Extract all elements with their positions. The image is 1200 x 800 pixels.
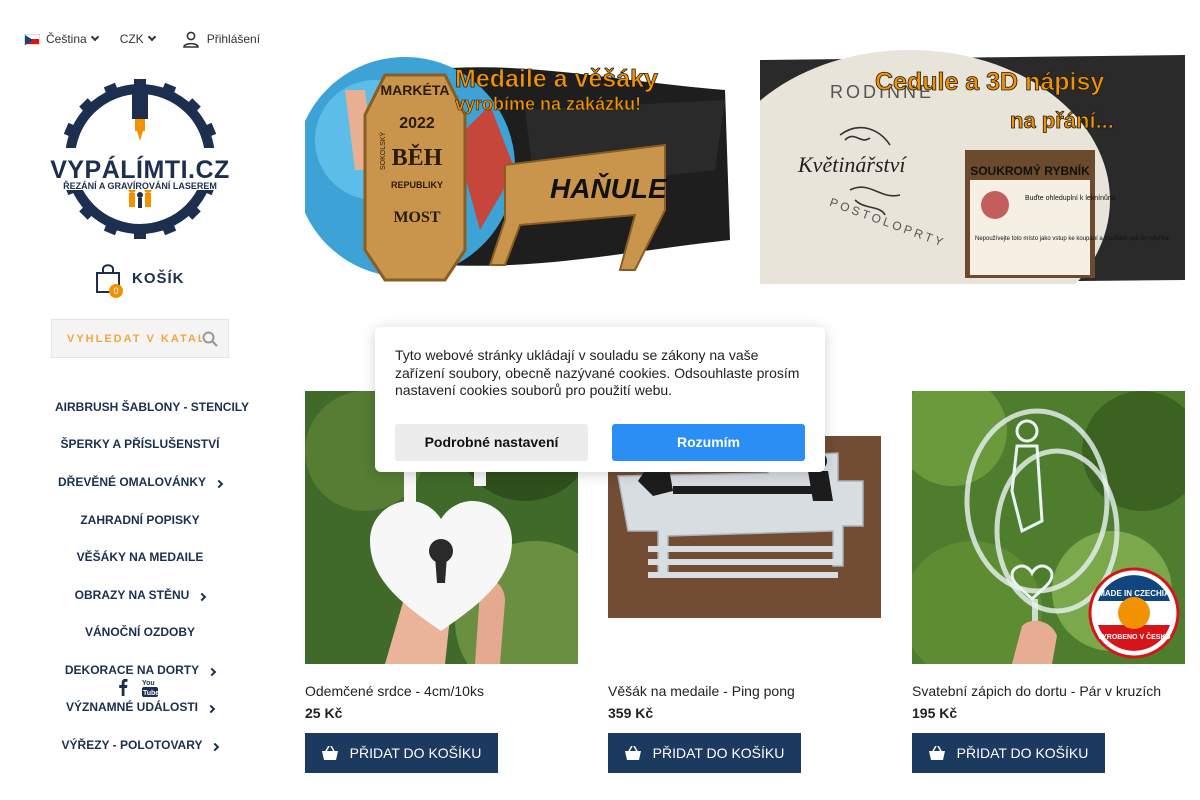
medal-text-run: BĚH	[392, 144, 443, 171]
nav-item-label: ZAHRADNÍ POPISKY	[80, 513, 200, 527]
nav-item-label: AIRBRUSH ŠABLONY - STENCILY	[54, 400, 250, 414]
banner-signs[interactable]: RODINNÉ Květinářství POSTOLOPRTY SOUKROM…	[760, 50, 1185, 284]
sign-text-florist: Květinářství	[797, 152, 907, 177]
nav-item-label: ŠPERKY A PŘÍSLUŠENSTVÍ	[60, 437, 220, 451]
product-name[interactable]: Odemčené srdce - 4cm/10ks	[305, 683, 484, 699]
chevron-down-icon	[90, 32, 99, 42]
search-box	[51, 319, 229, 358]
page: Čeština CZK Přihlášení VYPÁLÍMTI.CZ ŘEZÁ…	[0, 0, 1200, 800]
chevron-right-icon	[214, 479, 224, 489]
add-to-cart-button[interactable]: PŘIDAT DO KOŠÍKU	[305, 733, 498, 773]
chevron-right-icon	[207, 667, 217, 677]
add-to-cart-button[interactable]: PŘIDAT DO KOŠÍKU	[608, 733, 801, 773]
made-in-czechia-badge: MADE IN CZECHIA VYROBENO V ČESKU	[1088, 567, 1180, 659]
logo-tagline: ŘEZÁNÍ A GRAVÍROVÁNÍ LASEREM	[63, 181, 217, 191]
add-to-cart-label: PŘIDAT DO KOŠÍKU	[652, 745, 785, 761]
basket-icon	[928, 746, 945, 760]
basket-icon	[321, 746, 338, 760]
user-icon	[182, 31, 199, 48]
product-price: 359 Kč	[608, 705, 654, 721]
nav-item-label: VÝZNAMNÉ UDÁLOSTI	[66, 700, 198, 714]
medal-text-club: SOKOLSKÝ	[378, 132, 387, 170]
nav-item-dekorace[interactable]: DEKORACE NA DORTY	[40, 663, 240, 677]
product-name[interactable]: Svatební zápich do dortu - Pár v kruzích	[912, 683, 1161, 699]
banner-medals-headline2: vyrobíme na zakázku!	[455, 94, 641, 114]
cart-link[interactable]: 0 KOŠÍK	[94, 262, 185, 298]
social-links: You Tube	[118, 678, 158, 698]
banner-medals-art: MARKÉTA 2022 SOKOLSKÝ BĚH REPUBLIKY MOST…	[305, 50, 730, 284]
nav-item-vanocni-ozdoby[interactable]: VÁNOČNÍ OZDOBY	[40, 625, 240, 639]
nav-item-label: VĚŠÁKY NA MEDAILE	[76, 550, 204, 564]
cookie-buttons: Podrobné nastavení Rozumím	[395, 423, 805, 461]
cart-count-badge: 0	[109, 284, 123, 298]
cookie-settings-button[interactable]: Podrobné nastavení	[395, 423, 588, 461]
shopping-bag-icon: 0	[94, 262, 123, 298]
facebook-icon[interactable]	[118, 678, 128, 696]
product-price: 195 Kč	[912, 705, 958, 721]
product-card: MADE IN CZECHIA VYROBENO V ČESKU Svatebn…	[912, 391, 1185, 773]
banner-signs-art: RODINNÉ Květinářství POSTOLOPRTY SOUKROM…	[760, 50, 1185, 284]
medal-text-city: MOST	[393, 209, 440, 226]
board-title: SOUKROMÝ RYBNÍK	[970, 163, 1090, 178]
badge-text-bottom: VYROBENO V ČESKU	[1097, 632, 1170, 641]
search-input[interactable]	[52, 320, 202, 357]
chevron-down-icon	[147, 32, 156, 42]
nav-item-vyznamne-udalosti[interactable]: VÝZNAMNÉ UDÁLOSTI	[40, 700, 240, 714]
add-to-cart-label: PŘIDAT DO KOŠÍKU	[349, 745, 482, 761]
login-link[interactable]: Přihlášení	[181, 28, 260, 50]
nav-item-label: VÁNOČNÍ OZDOBY	[84, 625, 195, 639]
cookie-consent-dialog: Tyto webové stránky ukládají v souladu s…	[375, 327, 825, 472]
basket-icon	[624, 746, 641, 760]
currency-label: CZK	[119, 32, 144, 46]
product-image[interactable]: MADE IN CZECHIA VYROBENO V ČESKU	[912, 391, 1185, 664]
svg-text:You: You	[142, 680, 155, 687]
top-bar: Čeština CZK Přihlášení	[24, 28, 260, 50]
banner-signs-headline1: Cedule a 3D nápisy	[875, 68, 1104, 96]
language-label: Čeština	[46, 32, 87, 46]
currency-selector[interactable]: CZK	[119, 32, 156, 46]
product-price: 25 Kč	[305, 705, 343, 721]
badge-text-top: MADE IN CZECHIA	[1098, 589, 1170, 598]
language-selector[interactable]: Čeština	[24, 32, 99, 46]
site-logo[interactable]: VYPÁLÍMTI.CZ ŘEZÁNÍ A GRAVÍROVÁNÍ LASERE…	[40, 78, 240, 240]
medal-text-year: 2022	[399, 115, 435, 132]
cookie-accept-button[interactable]: Rozumím	[612, 423, 805, 461]
nav-item-omalovanky[interactable]: DŘEVĚNÉ OMALOVÁNKY	[40, 475, 240, 489]
banner-medals-headline1: Medaile a věšáky	[455, 65, 658, 93]
cart-label: KOŠÍK	[132, 269, 185, 287]
hanger-text: HAŇULE	[550, 173, 668, 204]
banner-signs-headline2: na přání...	[1010, 108, 1114, 133]
chevron-right-icon	[198, 592, 207, 602]
czech-flag-icon	[24, 33, 40, 45]
medal-text-republic: REPUBLIKY	[391, 180, 443, 190]
board-text-1: Buďte ohleduplní k leknínům!	[1025, 194, 1116, 202]
chevron-right-icon	[211, 742, 220, 752]
cookie-text: Tyto webové stránky ukládají v souladu s…	[395, 347, 800, 398]
youtube-icon[interactable]: You Tube	[142, 678, 158, 698]
nav-item-label: OBRAZY NA STĚNU	[74, 588, 190, 602]
board-text-2: Nepoužívejte toto místo jako vstup ke ko…	[975, 235, 1170, 242]
chevron-right-icon	[206, 704, 216, 714]
nav-item-obrazy[interactable]: OBRAZY NA STĚNU	[40, 588, 240, 602]
nav-item-airbrush[interactable]: AIRBRUSH ŠABLONY - STENCILY	[52, 400, 252, 414]
nav-item-label: DŘEVĚNÉ OMALOVÁNKY	[57, 475, 206, 489]
nav-item-label: DEKORACE NA DORTY	[64, 663, 200, 677]
nav-item-vesaky[interactable]: VĚŠÁKY NA MEDAILE	[40, 550, 240, 564]
add-to-cart-label: PŘIDAT DO KOŠÍKU	[956, 745, 1089, 761]
search-icon[interactable]	[202, 331, 218, 347]
nav-item-zahradni-popisky[interactable]: ZAHRADNÍ POPISKY	[40, 513, 240, 527]
nav-item-vyrezy[interactable]: VÝŘEZY - POLOTOVARY	[40, 738, 240, 752]
product-name[interactable]: Věšák na medaile - Ping pong	[608, 683, 795, 699]
banner-medals[interactable]: MARKÉTA 2022 SOKOLSKÝ BĚH REPUBLIKY MOST…	[305, 50, 730, 284]
login-label: Přihlášení	[206, 32, 261, 46]
add-to-cart-button[interactable]: PŘIDAT DO KOŠÍKU	[912, 733, 1105, 773]
nav-item-sperky[interactable]: ŠPERKY A PŘÍSLUŠENSTVÍ	[40, 437, 240, 451]
svg-text:Tube: Tube	[143, 690, 158, 697]
medal-text-name: MARKÉTA	[381, 82, 450, 98]
nav-item-label: VÝŘEZY - POLOTOVARY	[61, 738, 203, 752]
